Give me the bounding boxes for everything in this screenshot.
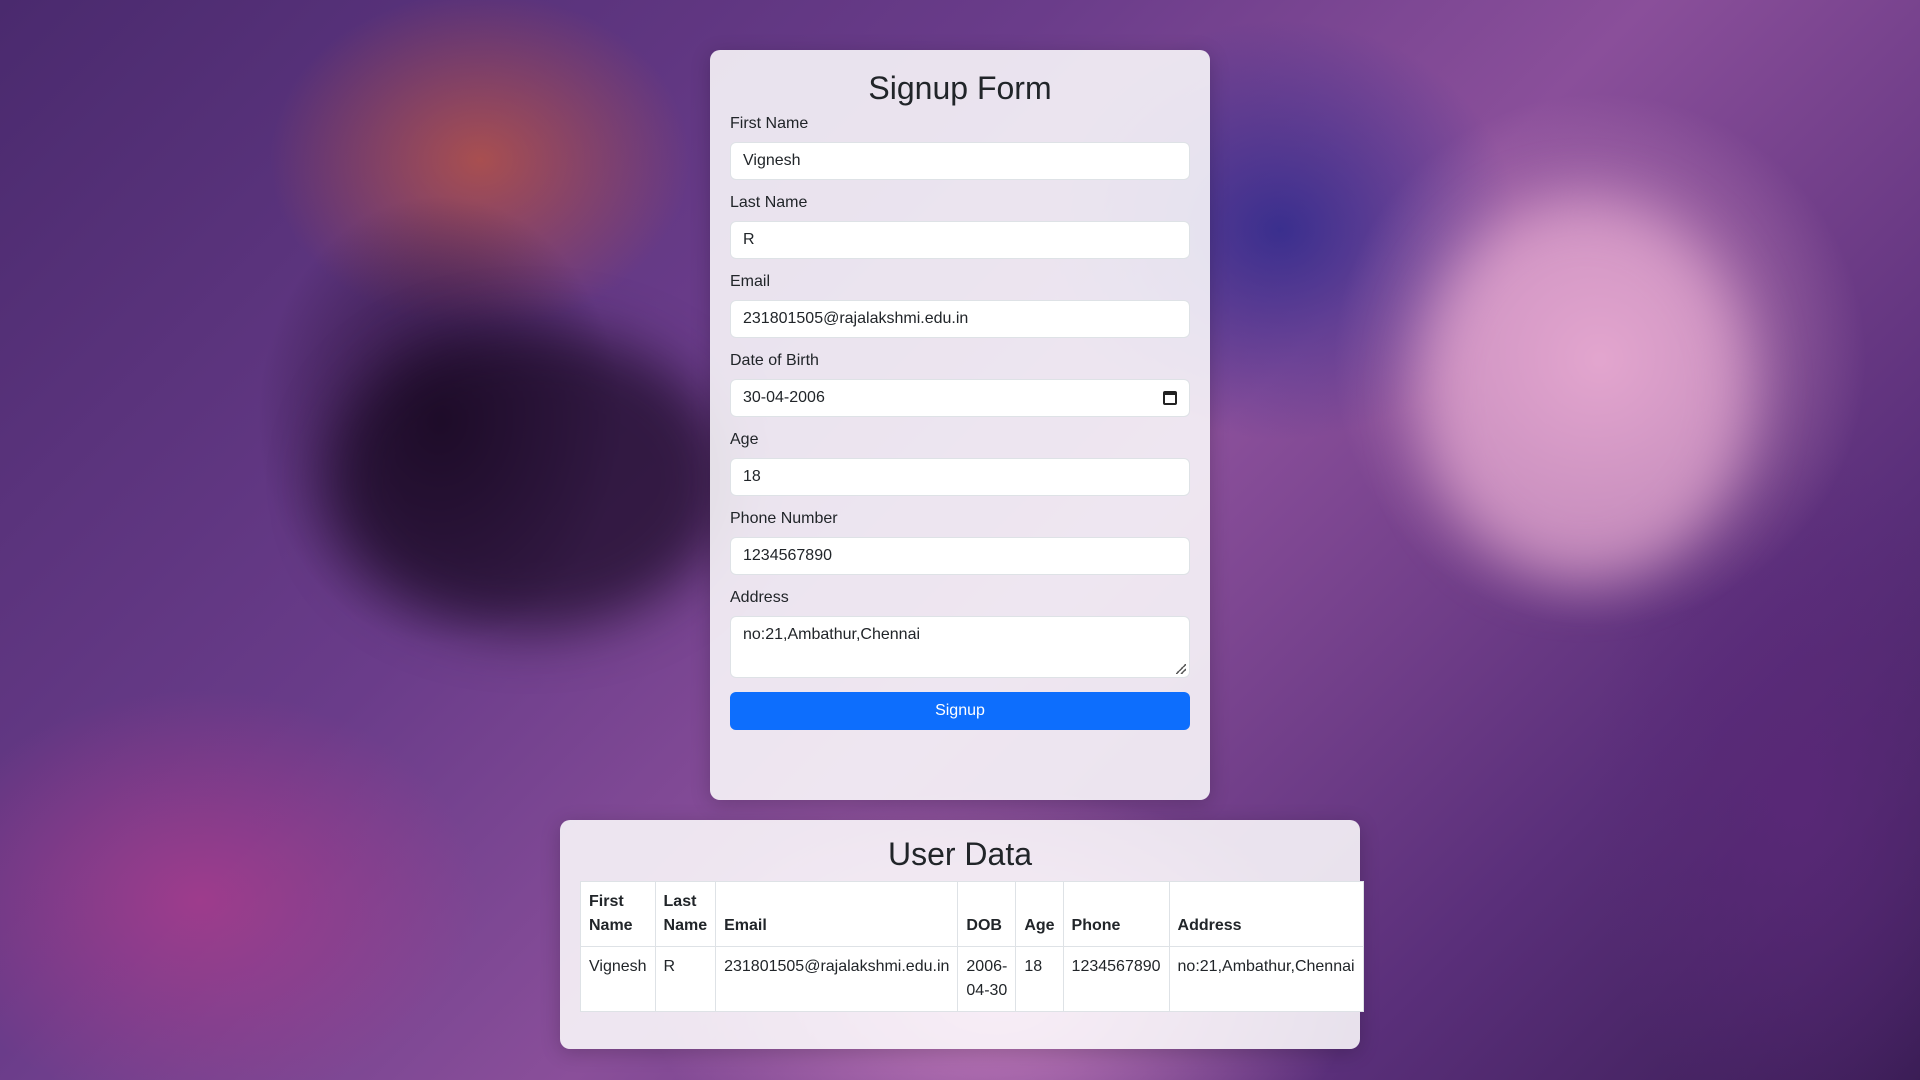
header-address: Address	[1168, 881, 1364, 947]
user-data-table: First Name Last Name Email DOB Age Phone…	[580, 881, 1364, 1012]
phone-label: Phone Number	[730, 510, 838, 527]
phone-group: Phone Number 1234567890	[730, 510, 1190, 575]
cell-email: 231801505@rajalakshmi.edu.in	[715, 946, 959, 1012]
header-dob: DOB	[957, 881, 1017, 947]
cell-phone: 1234567890	[1062, 946, 1170, 1012]
header-first-name: First Name	[580, 881, 656, 947]
header-last-name: Last Name	[654, 881, 717, 947]
header-phone: Phone	[1062, 881, 1170, 947]
address-group: Address no:21,Ambathur,Chennai	[730, 589, 1190, 678]
first-name-input[interactable]: Vignesh	[730, 142, 1190, 180]
user-data-card: User Data First Name Last Name Email DOB…	[560, 820, 1364, 1049]
calendar-icon[interactable]	[1163, 391, 1177, 405]
cell-first-name: Vignesh	[580, 946, 656, 1012]
signup-form-card: Signup Form First Name Vignesh Last Name…	[710, 50, 1210, 800]
signup-form-title: Signup Form	[868, 70, 1052, 106]
age-group: Age 18	[730, 431, 1190, 496]
address-label: Address	[730, 589, 789, 606]
background-blur	[1420, 200, 1750, 580]
signup-button[interactable]: Signup	[730, 692, 1190, 730]
cell-address: no:21,Ambathur,Chennai	[1168, 946, 1364, 1012]
table-row: Vignesh R 231801505@rajalakshmi.edu.in 2…	[580, 946, 1364, 1012]
age-label: Age	[730, 431, 759, 448]
cell-last-name: R	[654, 946, 717, 1012]
cell-dob: 2006-04-30	[957, 946, 1017, 1012]
cell-age: 18	[1015, 946, 1064, 1012]
address-value: no:21,Ambathur,Chennai	[743, 626, 921, 643]
email-input[interactable]: 231801505@rajalakshmi.edu.in	[730, 300, 1190, 338]
user-data-title: User Data	[887, 836, 1033, 872]
phone-input[interactable]: 1234567890	[730, 537, 1190, 575]
dob-value: 30-04-2006	[743, 389, 825, 406]
age-input[interactable]: 18	[730, 458, 1190, 496]
header-age: Age	[1015, 881, 1064, 947]
last-name-group: Last Name R	[730, 194, 1190, 259]
resize-handle-icon[interactable]	[1176, 664, 1186, 674]
last-name-input[interactable]: R	[730, 221, 1190, 259]
email-label: Email	[730, 273, 771, 290]
dob-group: Date of Birth 30-04-2006	[730, 352, 1190, 417]
dob-input[interactable]: 30-04-2006	[730, 379, 1190, 417]
email-group: Email 231801505@rajalakshmi.edu.in	[730, 273, 1190, 338]
first-name-group: First Name Vignesh	[730, 115, 1190, 180]
table-header-row: First Name Last Name Email DOB Age Phone…	[580, 881, 1364, 947]
last-name-label: Last Name	[730, 194, 808, 211]
address-textarea[interactable]: no:21,Ambathur,Chennai	[730, 616, 1190, 678]
first-name-label: First Name	[730, 115, 809, 132]
header-email: Email	[715, 881, 959, 947]
background-blur	[330, 330, 730, 630]
dob-label: Date of Birth	[730, 352, 819, 369]
